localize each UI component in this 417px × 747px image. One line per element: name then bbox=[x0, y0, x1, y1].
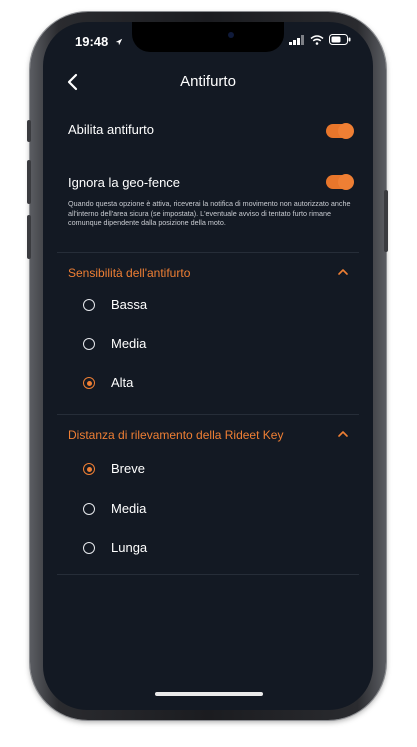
radio-button[interactable] bbox=[83, 463, 95, 475]
section-title: Sensibilità dell'antifurto bbox=[68, 266, 191, 280]
radio-label: Media bbox=[111, 336, 147, 351]
radio-option-sensitivity-media[interactable]: Media bbox=[83, 334, 343, 358]
signal-icon bbox=[289, 34, 304, 45]
geofence-description: Quando questa opzione è attiva, ricevera… bbox=[68, 199, 351, 228]
radio-button[interactable] bbox=[83, 542, 95, 554]
nav-bar: Antifurto bbox=[43, 62, 373, 102]
radio-label: Breve bbox=[111, 461, 145, 476]
status-time: 19:48 bbox=[75, 34, 123, 49]
radio-label: Bassa bbox=[111, 297, 148, 312]
wifi-icon bbox=[310, 34, 324, 45]
section-header-rideet-key-distance[interactable]: Distanza di rilevamento della Rideet Key bbox=[43, 416, 373, 456]
section-header-sensitivity[interactable]: Sensibilità dell'antifurto bbox=[43, 254, 373, 294]
divider bbox=[57, 414, 359, 415]
chevron-up-icon[interactable] bbox=[337, 266, 349, 278]
status-time-text: 19:48 bbox=[75, 34, 109, 49]
radio-option-distance-breve[interactable]: Breve bbox=[83, 459, 343, 483]
radio-label: Alta bbox=[111, 375, 134, 390]
location-arrow-icon bbox=[115, 38, 123, 46]
radio-label: Media bbox=[111, 501, 147, 516]
radio-button[interactable] bbox=[83, 377, 95, 389]
radio-button[interactable] bbox=[83, 503, 95, 515]
enable-antitheft-toggle[interactable] bbox=[326, 123, 354, 139]
phone-side-button bbox=[27, 120, 31, 142]
radio-button[interactable] bbox=[83, 338, 95, 350]
page-title: Antifurto bbox=[180, 73, 236, 90]
battery-icon bbox=[329, 34, 351, 45]
radio-option-sensitivity-alta[interactable]: Alta bbox=[83, 373, 343, 397]
enable-antitheft-label: Abilita antifurto bbox=[68, 122, 154, 137]
radio-option-distance-media[interactable]: Media bbox=[83, 499, 343, 523]
radio-option-sensitivity-bassa[interactable]: Bassa bbox=[83, 295, 343, 319]
radio-label: Lunga bbox=[111, 540, 148, 555]
ignore-geofence-toggle[interactable] bbox=[326, 174, 354, 190]
notch bbox=[132, 22, 284, 52]
divider bbox=[57, 574, 359, 575]
divider bbox=[57, 252, 359, 253]
status-icons bbox=[289, 34, 351, 45]
phone-side-button bbox=[384, 190, 388, 252]
phone-side-button bbox=[27, 215, 31, 259]
home-indicator[interactable] bbox=[155, 692, 263, 696]
chevron-up-icon[interactable] bbox=[337, 428, 349, 440]
section-title: Distanza di rilevamento della Rideet Key bbox=[68, 428, 284, 442]
phone-screen: 19:48 Antifurto Abilita antifurto Ignora… bbox=[43, 22, 373, 710]
radio-option-distance-lunga[interactable]: Lunga bbox=[83, 538, 343, 562]
phone-side-button bbox=[27, 160, 31, 204]
ignore-geofence-label: Ignora la geo-fence bbox=[68, 175, 181, 190]
radio-button[interactable] bbox=[83, 299, 95, 311]
